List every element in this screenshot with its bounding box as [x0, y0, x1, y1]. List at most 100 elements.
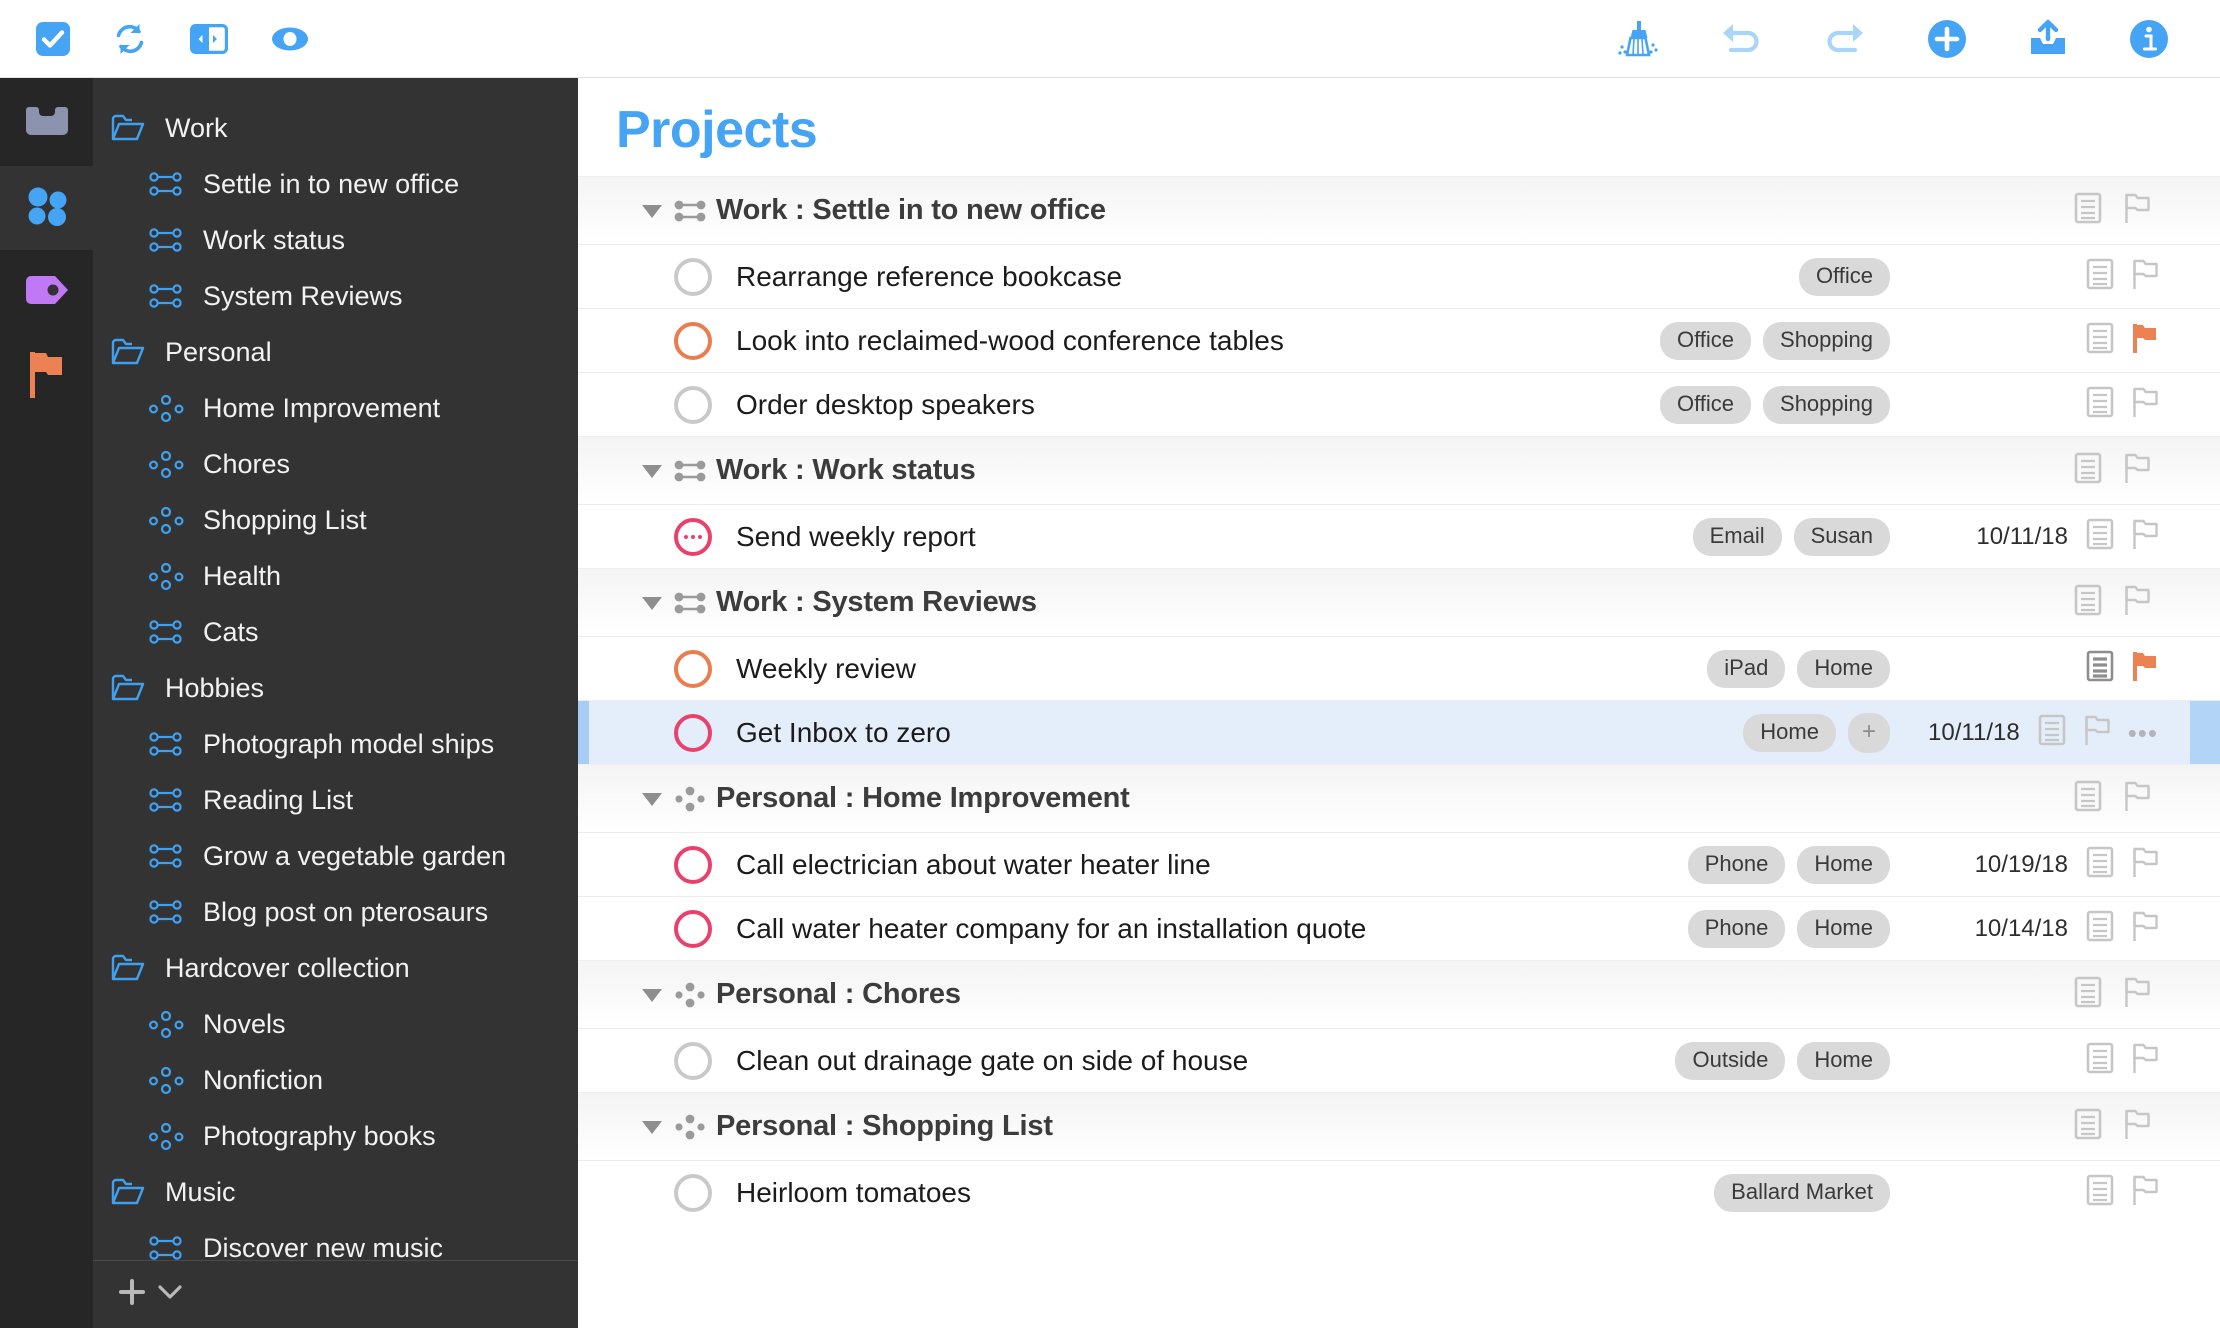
- note-icon[interactable]: [2074, 452, 2102, 489]
- sidebar-item-personal[interactable]: Personal: [93, 324, 578, 380]
- note-icon[interactable]: [2086, 258, 2114, 295]
- group-header[interactable]: Personal : Home Improvement: [578, 764, 2220, 832]
- perspective-projects[interactable]: [0, 166, 93, 250]
- task-checkbox[interactable]: [674, 1041, 712, 1080]
- note-icon[interactable]: [2074, 192, 2102, 229]
- perspective-flagged[interactable]: [0, 334, 93, 418]
- sidebar-item-nonfiction[interactable]: Nonfiction: [93, 1052, 578, 1108]
- tag-pill[interactable]: Email: [1692, 517, 1782, 556]
- task-list[interactable]: Work : Settle in to new office Rearrange …: [578, 176, 2220, 1224]
- disclosure-triangle-icon[interactable]: [640, 202, 674, 220]
- disclosure-triangle-icon[interactable]: [640, 986, 674, 1004]
- sidebar-item-health[interactable]: Health: [93, 548, 578, 604]
- flag-icon[interactable]: [2124, 584, 2150, 621]
- note-icon[interactable]: [2086, 650, 2114, 687]
- task-row[interactable]: Call electrician about water heater line…: [578, 832, 2220, 896]
- disclosure-triangle-icon[interactable]: [640, 790, 674, 808]
- task-row[interactable]: Rearrange reference bookcase Office: [578, 244, 2220, 308]
- note-icon[interactable]: [2074, 1108, 2102, 1145]
- note-icon[interactable]: [2038, 714, 2066, 751]
- flag-icon[interactable]: [2084, 714, 2110, 751]
- flag-icon[interactable]: [2132, 910, 2158, 947]
- task-checkbox[interactable]: [674, 845, 712, 884]
- note-icon[interactable]: [2074, 780, 2102, 817]
- tag-pill[interactable]: Susan: [1793, 517, 1890, 556]
- inspector-icon[interactable]: [2128, 18, 2170, 60]
- note-icon[interactable]: [2074, 584, 2102, 621]
- sidebar-item-work[interactable]: Work: [93, 100, 578, 156]
- sidebar-item-hardcover-collection[interactable]: Hardcover collection: [93, 940, 578, 996]
- add-item-button[interactable]: [117, 1277, 147, 1312]
- flag-icon[interactable]: [2132, 322, 2158, 359]
- sidebar-toggle-icon[interactable]: [190, 23, 228, 54]
- tag-pill[interactable]: Home: [1797, 649, 1890, 688]
- task-checkbox[interactable]: [674, 321, 712, 360]
- add-icon[interactable]: [1926, 18, 1968, 60]
- flag-icon[interactable]: [2124, 976, 2150, 1013]
- group-header[interactable]: Work : Work status: [578, 436, 2220, 504]
- tag-pill[interactable]: Ballard Market: [1714, 1173, 1890, 1212]
- sidebar-item-discover-new-music[interactable]: Discover new music: [93, 1220, 578, 1260]
- tag-pill[interactable]: Phone: [1687, 845, 1786, 884]
- task-row[interactable]: Send weekly report Email Susan 10/11/18: [578, 504, 2220, 568]
- note-icon[interactable]: [2086, 1174, 2114, 1211]
- add-menu-chevron-icon[interactable]: [157, 1283, 183, 1306]
- flag-icon[interactable]: [2132, 650, 2158, 687]
- flag-icon[interactable]: [2124, 452, 2150, 489]
- note-icon[interactable]: [2086, 1042, 2114, 1079]
- disclosure-triangle-icon[interactable]: [640, 462, 674, 480]
- sidebar-item-home-improvement[interactable]: Home Improvement: [93, 380, 578, 436]
- tag-pill[interactable]: Home: [1797, 1041, 1890, 1080]
- flag-icon[interactable]: [2132, 258, 2158, 295]
- note-icon[interactable]: [2086, 322, 2114, 359]
- sidebar-item-blog-post-on-pterosaurs[interactable]: Blog post on pterosaurs: [93, 884, 578, 940]
- perspective-inbox[interactable]: [0, 82, 93, 166]
- sidebar-item-system-reviews[interactable]: System Reviews: [93, 268, 578, 324]
- task-checkbox[interactable]: [674, 649, 712, 688]
- task-row[interactable]: Order desktop speakers Office Shopping: [578, 372, 2220, 436]
- tag-pill[interactable]: Home: [1797, 909, 1890, 948]
- flag-icon[interactable]: [2124, 1108, 2150, 1145]
- task-checkbox[interactable]: [674, 909, 712, 948]
- task-checkbox[interactable]: [674, 257, 712, 296]
- tag-pill[interactable]: Home: [1743, 713, 1836, 752]
- sidebar-item-work-status[interactable]: Work status: [93, 212, 578, 268]
- flag-icon[interactable]: [2132, 386, 2158, 423]
- task-row[interactable]: Look into reclaimed-wood conference tabl…: [578, 308, 2220, 372]
- flag-icon[interactable]: [2132, 1042, 2158, 1079]
- flag-icon[interactable]: [2132, 1174, 2158, 1211]
- task-checkbox[interactable]: [674, 713, 712, 752]
- note-icon[interactable]: [2086, 910, 2114, 947]
- note-icon[interactable]: [2086, 846, 2114, 883]
- tag-pill[interactable]: Office: [1659, 385, 1752, 424]
- group-header[interactable]: Work : System Reviews: [578, 568, 2220, 636]
- sync-icon[interactable]: [112, 21, 148, 57]
- group-header[interactable]: Personal : Shopping List: [578, 1092, 2220, 1160]
- tag-pill[interactable]: Shopping: [1763, 321, 1890, 360]
- flag-icon[interactable]: [2124, 192, 2150, 229]
- perspective-tags[interactable]: [0, 250, 93, 334]
- view-options-icon[interactable]: [270, 25, 310, 53]
- task-row[interactable]: Heirloom tomatoes Ballard Market: [578, 1160, 2220, 1224]
- add-to-inbox-icon[interactable]: [2026, 19, 2070, 59]
- note-icon[interactable]: [2074, 976, 2102, 1013]
- sidebar-item-hobbies[interactable]: Hobbies: [93, 660, 578, 716]
- sidebar-item-shopping-list[interactable]: Shopping List: [93, 492, 578, 548]
- complete-icon[interactable]: [36, 21, 70, 56]
- add-tag-button[interactable]: +: [1847, 712, 1890, 753]
- task-checkbox[interactable]: [674, 1173, 712, 1212]
- note-icon[interactable]: [2086, 518, 2114, 555]
- group-header[interactable]: Work : Settle in to new office: [578, 176, 2220, 244]
- redo-icon[interactable]: [1822, 22, 1868, 56]
- disclosure-triangle-icon[interactable]: [640, 1118, 674, 1136]
- task-row[interactable]: Get Inbox to zero Home +10/11/18 •••: [578, 700, 2220, 764]
- note-icon[interactable]: [2086, 386, 2114, 423]
- sidebar-item-grow-a-vegetable-garden[interactable]: Grow a vegetable garden: [93, 828, 578, 884]
- sidebar-item-chores[interactable]: Chores: [93, 436, 578, 492]
- more-options-icon[interactable]: •••: [2128, 720, 2158, 746]
- flag-icon[interactable]: [2124, 780, 2150, 817]
- flag-icon[interactable]: [2132, 846, 2158, 883]
- task-checkbox[interactable]: [674, 385, 712, 424]
- sidebar-item-photography-books[interactable]: Photography books: [93, 1108, 578, 1164]
- task-checkbox[interactable]: [674, 517, 712, 556]
